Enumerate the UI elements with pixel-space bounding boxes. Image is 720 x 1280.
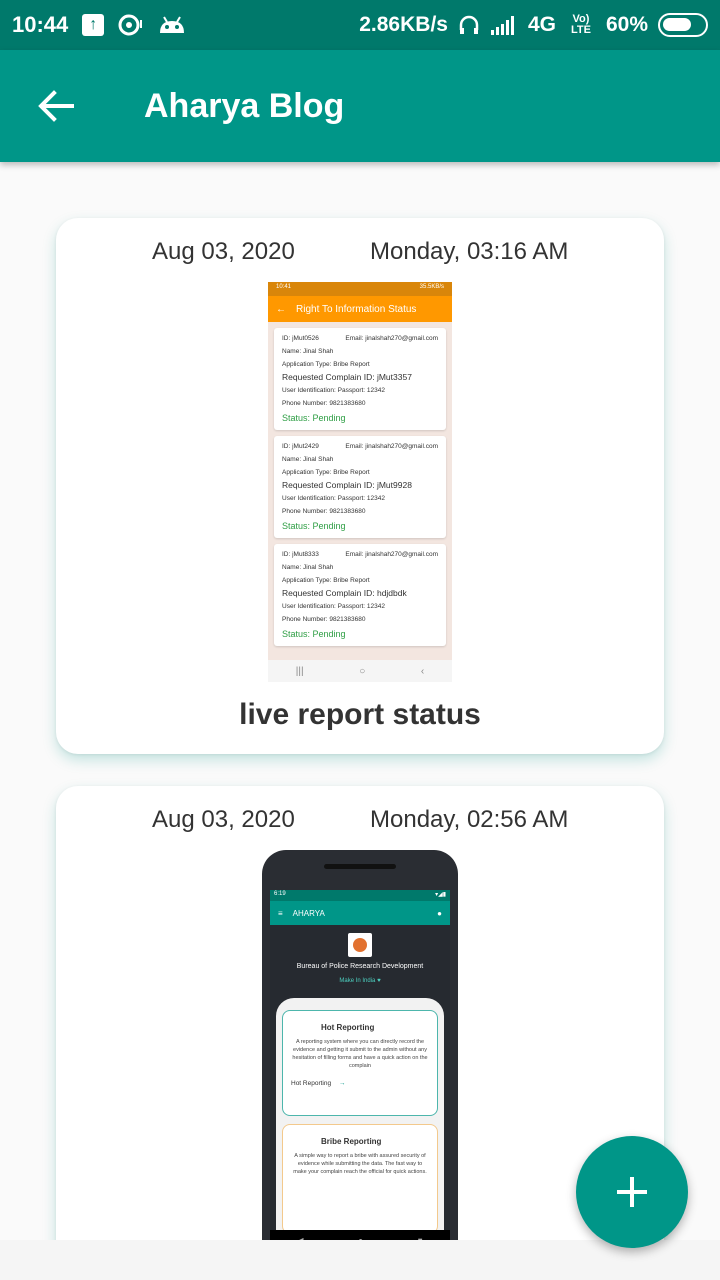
hot-reporting-title: Hot Reporting — [321, 1023, 375, 1032]
record-status: Status: Pending — [282, 521, 346, 531]
record-name: Name: Jinal Shah — [282, 564, 334, 571]
image-battery-icon: ▾◢▮ — [435, 892, 446, 898]
image-back-icon: ← — [276, 303, 286, 315]
make-in-india-label: Make In India — [339, 978, 376, 984]
post-time: Monday, 02:56 AM — [370, 806, 569, 833]
record-phone: Phone Number: 9821383680 — [282, 400, 366, 407]
record-app-type: Application Type: Bribe Report — [282, 361, 370, 368]
record-user-id: User Identification: Passport: 12342 — [282, 495, 385, 502]
blog-list[interactable]: Aug 03, 2020 Monday, 03:16 AM 10:41 35.5… — [0, 162, 720, 1240]
record-email: Email: jinalshah270@gmail.com — [345, 551, 438, 558]
image-status-bar: 6:19 ▾◢▮ — [270, 890, 450, 901]
hot-reporting-body: A reporting system where you can directl… — [292, 1039, 428, 1069]
add-post-button[interactable] — [576, 1136, 688, 1248]
android-icon — [158, 15, 186, 35]
image-status-time: 6:19 — [274, 891, 286, 897]
record-email: Email: jinalshah270@gmail.com — [345, 443, 438, 450]
image-record-card: ID: jMut8333 Email: jinalshah270@gmail.co… — [274, 544, 446, 646]
arrow-right-icon: → — [338, 1080, 346, 1087]
hot-reporting-card: Hot Reporting A reporting system where y… — [282, 1010, 438, 1116]
network-speed: 2.86KB/s — [359, 13, 448, 36]
post-time: Monday, 03:16 AM — [370, 238, 569, 265]
battery-percent: 60% — [605, 13, 648, 36]
police-emblem-icon — [348, 933, 372, 957]
record-complain-id: Requested Complain ID: hdjdbdk — [282, 588, 407, 598]
heart-icon: ♥ — [377, 978, 381, 984]
network-type: 4G — [527, 13, 556, 36]
phone-speaker — [324, 864, 396, 869]
arrow-left-icon — [38, 90, 74, 122]
blog-post-card[interactable]: Aug 03, 2020 Monday, 02:56 AM 6:19 ▾◢▮ ≡… — [56, 786, 664, 1240]
image-status-speed: 35.5KB/s — [419, 284, 444, 290]
hotspot-icon — [118, 14, 144, 36]
page-title: Aharya Blog — [144, 86, 345, 125]
record-id: ID: jMut0526 — [282, 335, 319, 342]
back-button[interactable] — [0, 50, 112, 162]
recents-icon: ||| — [295, 665, 304, 677]
app-bar: Aharya Blog — [0, 50, 720, 162]
image-app-bar: ← Right To Information Status — [268, 296, 452, 322]
post-image[interactable]: 6:19 ▾◢▮ ≡ AHARYA ● Bureau of Police Res… — [262, 850, 458, 1240]
blog-post-card[interactable]: Aug 03, 2020 Monday, 03:16 AM 10:41 35.5… — [56, 218, 664, 754]
record-complain-id: Requested Complain ID: jMut9928 — [282, 480, 412, 490]
headset-icon — [458, 14, 480, 36]
record-app-type: Application Type: Bribe Report — [282, 469, 370, 476]
post-caption: live report status — [239, 698, 481, 731]
upload-icon: ↑ — [82, 14, 105, 36]
image-status-bar: 10:41 35.5KB/s — [268, 282, 452, 296]
record-status: Status: Pending — [282, 629, 346, 639]
post-image[interactable]: 10:41 35.5KB/s ← Right To Information St… — [268, 282, 452, 682]
image-nav-bar: ||| ○ ‹ — [268, 660, 452, 682]
image-org-name: Bureau of Police Research Development — [296, 963, 424, 970]
record-status: Status: Pending — [282, 413, 346, 423]
home-icon: ○ — [359, 665, 366, 677]
chat-icon: ● — [437, 908, 442, 918]
image-app-name: AHARYA — [292, 908, 325, 918]
image-record-card: ID: jMut2429 Email: jinalshah270@gmail.co… — [274, 436, 446, 538]
image-sheet: Hot Reporting A reporting system where y… — [276, 998, 444, 1240]
image-nav-bar: ◀ ● ■ — [270, 1230, 450, 1240]
post-meta: Aug 03, 2020 Monday, 03:16 AM — [56, 238, 664, 270]
status-time: 10:44 — [12, 12, 69, 37]
image-record-card: ID: jMut0526 Email: jinalshah270@gmail.co… — [274, 328, 446, 430]
bottom-area — [0, 1240, 720, 1280]
record-user-id: User Identification: Passport: 12342 — [282, 387, 385, 394]
phone-screen: 6:19 ▾◢▮ ≡ AHARYA ● Bureau of Police Res… — [270, 890, 450, 1240]
image-make-in-india: Make In India ♥ — [270, 978, 450, 984]
status-bar: 10:44 ↑ 2.86KB/s 4G Vo) LTE 60% — [0, 0, 720, 50]
record-phone: Phone Number: 9821383680 — [282, 508, 366, 515]
back-icon: ‹ — [420, 665, 425, 677]
record-complain-id: Requested Complain ID: jMut3357 — [282, 372, 412, 382]
volte-label: Vo) LTE — [570, 13, 591, 36]
record-phone: Phone Number: 9821383680 — [282, 616, 366, 623]
record-name: Name: Jinal Shah — [282, 348, 334, 355]
record-id: ID: jMut2429 — [282, 443, 319, 450]
image-status-time: 10:41 — [276, 284, 292, 290]
hot-reporting-link-label: Hot Reporting — [291, 1080, 332, 1087]
record-app-type: Application Type: Bribe Report — [282, 577, 370, 584]
record-email: Email: jinalshah270@gmail.com — [345, 335, 438, 342]
image-title: Right To Information Status — [296, 303, 417, 315]
bribe-reporting-title: Bribe Reporting — [321, 1137, 382, 1146]
record-name: Name: Jinal Shah — [282, 456, 334, 463]
record-user-id: User Identification: Passport: 12342 — [282, 603, 385, 610]
plus-icon — [617, 1177, 647, 1207]
bribe-reporting-card: Bribe Reporting A simple way to report a… — [282, 1124, 438, 1234]
image-app-bar: ≡ AHARYA ● — [270, 901, 450, 925]
signal-icon — [490, 14, 518, 36]
post-meta: Aug 03, 2020 Monday, 02:56 AM — [56, 806, 664, 838]
post-date: Aug 03, 2020 — [152, 238, 295, 265]
hot-reporting-link: Hot Reporting → — [291, 1080, 429, 1087]
post-date: Aug 03, 2020 — [152, 806, 295, 833]
battery-icon — [658, 13, 708, 37]
bribe-reporting-body: A simple way to report a bribe with assu… — [293, 1153, 427, 1175]
menu-icon: ≡ — [278, 908, 283, 918]
record-id: ID: jMut8333 — [282, 551, 319, 558]
